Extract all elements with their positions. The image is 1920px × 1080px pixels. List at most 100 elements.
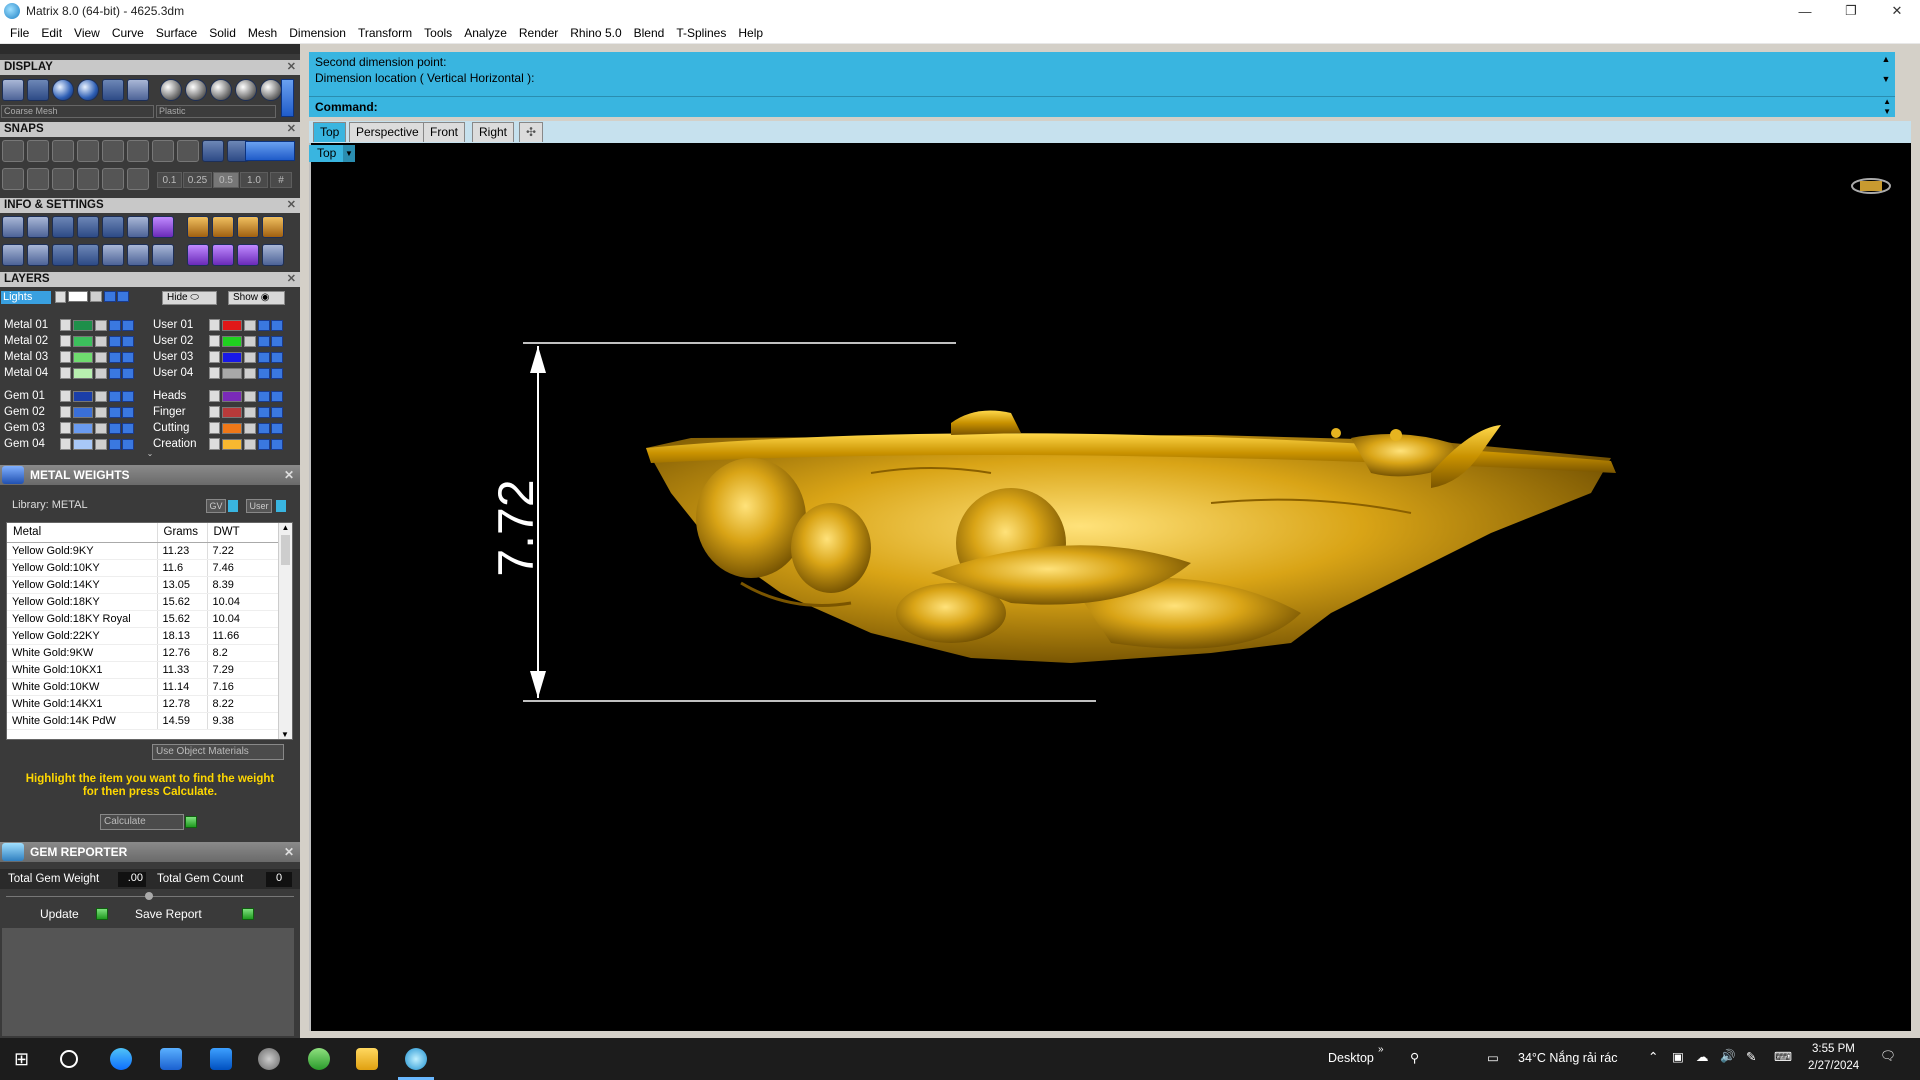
material-5-button[interactable] bbox=[260, 79, 282, 101]
layer-current-icon[interactable] bbox=[122, 422, 134, 434]
table-row[interactable]: Yellow Gold:10KY 11.6 7.46 bbox=[7, 559, 279, 577]
layer-arrow-icon[interactable] bbox=[209, 390, 220, 402]
layer-row[interactable]: Gem 03 bbox=[4, 421, 135, 435]
layer-arrow-icon[interactable] bbox=[60, 422, 71, 434]
menu-tsplines[interactable]: T-Splines bbox=[670, 26, 732, 40]
layer-name[interactable]: Metal 03 bbox=[4, 351, 60, 363]
layer-lock-icon[interactable] bbox=[95, 319, 107, 331]
layer-visibility-icon[interactable] bbox=[258, 319, 270, 331]
layers-expand-icon[interactable]: ⌄ bbox=[0, 450, 300, 458]
layer-arrow-icon[interactable] bbox=[60, 367, 71, 379]
show-button[interactable]: Show ◉ bbox=[228, 291, 285, 305]
command-input[interactable] bbox=[386, 99, 1874, 115]
layer-visibility-icon[interactable] bbox=[258, 335, 270, 347]
layer-current-icon[interactable] bbox=[122, 335, 134, 347]
pen-icon[interactable]: ✎ bbox=[1746, 1049, 1756, 1064]
start-windows-icon[interactable]: ⊞ bbox=[14, 1048, 36, 1070]
keyboard-icon[interactable]: ⌨ bbox=[1774, 1049, 1792, 1064]
menu-mesh[interactable]: Mesh bbox=[242, 26, 283, 40]
menu-tools[interactable]: Tools bbox=[418, 26, 458, 40]
layer-name[interactable]: Heads bbox=[153, 390, 209, 402]
grid-view-icon[interactable] bbox=[2, 244, 24, 266]
layer-current-icon[interactable] bbox=[271, 351, 283, 363]
scatter-icon[interactable] bbox=[127, 244, 149, 266]
model-canvas[interactable]: 7.72 bbox=[311, 143, 1911, 1031]
render-3-icon[interactable] bbox=[237, 216, 259, 238]
table-row[interactable]: Yellow Gold:18KY Royal 15.62 10.04 bbox=[7, 610, 279, 628]
snap-mid-icon[interactable] bbox=[77, 140, 99, 162]
menu-render[interactable]: Render bbox=[513, 26, 564, 40]
layers-icon[interactable] bbox=[52, 216, 74, 238]
xray-button[interactable] bbox=[102, 79, 124, 101]
tool-2-icon[interactable] bbox=[212, 244, 234, 266]
layer-name[interactable]: User 02 bbox=[153, 335, 209, 347]
layer-name[interactable]: Cutting bbox=[153, 422, 209, 434]
edit-icon[interactable] bbox=[127, 216, 149, 238]
snap-grid-icon[interactable]: # bbox=[270, 172, 292, 188]
close-icon[interactable]: ✕ bbox=[284, 465, 294, 485]
layer-visibility-icon[interactable] bbox=[109, 335, 121, 347]
layer-arrow-icon[interactable] bbox=[209, 319, 220, 331]
shaded-button[interactable] bbox=[52, 79, 74, 101]
menu-blend[interactable]: Blend bbox=[628, 26, 671, 40]
layer-visibility-icon[interactable] bbox=[109, 422, 121, 434]
layer-name[interactable]: Gem 02 bbox=[4, 406, 60, 418]
filter-icon[interactable] bbox=[102, 244, 124, 266]
render-4-icon[interactable] bbox=[262, 216, 284, 238]
close-button[interactable]: ✕ bbox=[1874, 0, 1920, 22]
desktop-toolbar[interactable]: Desktop bbox=[1328, 1051, 1374, 1065]
tab-right[interactable]: Right bbox=[472, 122, 515, 142]
user-button[interactable]: User bbox=[246, 499, 272, 513]
layer-visibility-icon[interactable] bbox=[109, 438, 121, 450]
close-icon[interactable]: ✕ bbox=[284, 842, 294, 862]
menu-rhino[interactable]: Rhino 5.0 bbox=[564, 26, 627, 40]
people-icon[interactable]: ⚲ bbox=[1410, 1050, 1419, 1065]
layer-row[interactable]: Metal 03 bbox=[4, 350, 135, 364]
snap-step-0-25[interactable]: 0.25 bbox=[183, 172, 212, 188]
clock-date[interactable]: 2/27/2024 bbox=[1808, 1060, 1859, 1072]
render-2-icon[interactable] bbox=[212, 216, 234, 238]
layer-color-swatch[interactable] bbox=[222, 351, 242, 363]
layer-row[interactable]: Metal 04 bbox=[4, 366, 135, 380]
layer-color-swatch[interactable] bbox=[73, 367, 93, 379]
close-icon[interactable]: ✕ bbox=[287, 198, 296, 213]
grid-snap-icon[interactable] bbox=[27, 168, 49, 190]
view-navigator-icon[interactable] bbox=[1851, 178, 1891, 194]
layer-name[interactable]: Gem 04 bbox=[4, 438, 60, 450]
layer-row[interactable]: Cutting bbox=[153, 421, 284, 435]
layer-color-swatch[interactable] bbox=[222, 319, 242, 331]
table-row[interactable]: Yellow Gold:18KY 15.62 10.04 bbox=[7, 593, 279, 611]
user-toggle[interactable] bbox=[276, 500, 286, 512]
layer-current-icon[interactable] bbox=[271, 390, 283, 402]
layer-visibility-icon[interactable] bbox=[258, 438, 270, 450]
clock-time[interactable]: 3:55 PM bbox=[1812, 1043, 1855, 1055]
layer-arrow-icon[interactable] bbox=[209, 406, 220, 418]
close-icon[interactable]: ✕ bbox=[287, 122, 296, 137]
settings-icon[interactable] bbox=[2, 216, 24, 238]
lights-arrow-icon[interactable] bbox=[55, 291, 66, 303]
table-scrollbar[interactable]: ▲ ▼ bbox=[278, 523, 292, 739]
layer-lock-icon[interactable] bbox=[244, 351, 256, 363]
list-icon[interactable] bbox=[152, 244, 174, 266]
layer-lock-icon[interactable] bbox=[95, 422, 107, 434]
layer-color-swatch[interactable] bbox=[222, 406, 242, 418]
gv-button[interactable]: GV bbox=[206, 499, 226, 513]
snap-toggle-button[interactable] bbox=[245, 141, 295, 161]
layer-lock-icon[interactable] bbox=[244, 438, 256, 450]
layer-visibility-icon[interactable] bbox=[109, 351, 121, 363]
ghosted-button[interactable] bbox=[27, 79, 49, 101]
lights-swatch[interactable] bbox=[68, 291, 88, 302]
snap-ortho-icon[interactable] bbox=[202, 140, 224, 162]
calculate-go-icon[interactable] bbox=[185, 816, 197, 828]
panel-icon[interactable] bbox=[27, 244, 49, 266]
tab-top[interactable]: Top bbox=[313, 122, 347, 142]
layer-current-icon[interactable] bbox=[122, 367, 134, 379]
tool-3-icon[interactable] bbox=[237, 244, 259, 266]
command-scroll-icon[interactable]: ▲ ▼ bbox=[1883, 97, 1891, 117]
layer-color-swatch[interactable] bbox=[222, 335, 242, 347]
layer-row[interactable]: User 01 bbox=[153, 318, 284, 332]
snap-tan-icon[interactable] bbox=[177, 140, 199, 162]
grid-icon[interactable] bbox=[2, 168, 24, 190]
store-icon[interactable] bbox=[160, 1048, 182, 1070]
material-3-button[interactable] bbox=[210, 79, 232, 101]
